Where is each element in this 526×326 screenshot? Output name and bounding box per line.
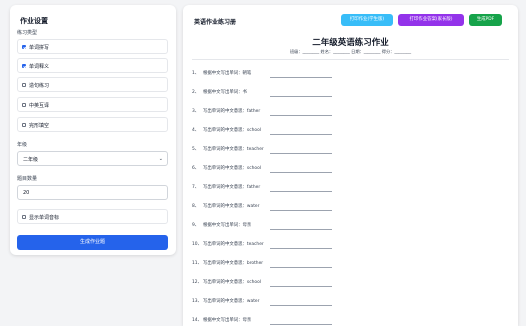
question-item: 1、 根据中文写出单词：朝笔 [192,70,332,78]
question-text: 写出单词的中文意思：school [203,280,261,285]
question-number: 14、 [192,318,202,323]
question-number: 2、 [192,90,200,95]
answer-line [270,267,332,268]
answer-line [270,324,332,325]
worksheet-panel: 英语作业练习册 打印作业(学生版) 打印作业答案(家长版) 生成PDF 二年级英… [183,5,518,326]
answer-line [270,115,332,116]
question-number: 8、 [192,204,200,209]
question-text: 根据中文写出单词：母亲 [203,318,252,323]
question-number: 6、 [192,166,200,171]
checkbox-icon[interactable] [22,45,26,49]
question-text: 写出单词的中文意思：father [203,109,261,114]
answer-line [270,153,332,154]
print-answer-button[interactable]: 打印作业答案(家长版) [398,14,464,26]
answer-line [270,172,332,173]
question-item: 5、 写出单词的中文意思：teacher [192,146,332,154]
question-item: 7、 写出单词的中文意思：father [192,184,332,192]
count-input[interactable]: 20 [17,185,168,200]
question-item: 6、 写出单词的中文意思：school [192,165,332,173]
question-text: 根据中文写出单词：母亲 [203,223,252,228]
question-text: 写出单词的中文意思：father [203,185,261,190]
answer-line [270,229,332,230]
page-title: 英语作业练习册 [194,19,237,26]
phonetic-label: 显示单词音标 [29,215,60,221]
type-option-cloze[interactable]: 完形填空 [17,117,168,132]
question-item: 3、 写出单词的中文意思：father [192,108,332,116]
type-option-sentence[interactable]: 造句练习 [17,77,168,92]
type-option-label: 完形填空 [29,123,50,129]
settings-title: 作业设置 [20,17,48,25]
checkbox-icon[interactable] [22,123,26,127]
question-item: 13、写出单词的中文意思：water [192,298,332,306]
type-option-label: 单词释义 [29,64,50,70]
count-label: 题目数量 [17,176,38,182]
pdf-button[interactable]: 生成PDF [469,14,502,26]
question-text: 写出单词的中文意思：teacher [203,242,264,247]
question-number: 13、 [192,299,202,304]
question-item: 12、写出单词的中文意思：school [192,279,332,287]
type-option-label: 中英互译 [29,103,50,109]
count-value: 20 [23,190,30,196]
question-text: 写出单词的中文意思：water [203,204,260,209]
generate-button[interactable]: 生成作业题 [17,235,168,250]
worksheet-title: 二年级英语练习作业 [312,38,389,48]
type-option-label: 造句练习 [29,83,50,89]
question-number: 11、 [192,261,202,266]
grade-label: 年级 [17,142,28,148]
question-number: 5、 [192,147,200,152]
question-item: 2、 根据中文写出单词：书 [192,89,332,97]
answer-line [270,248,332,249]
answer-line [270,210,332,211]
question-text: 写出单词的中文意思：teacher [203,147,264,152]
question-item: 8、 写出单词的中文意思：water [192,203,332,211]
type-option-translate[interactable]: 中英互译 [17,97,168,112]
question-item: 11、写出单词的中文意思：brother [192,260,332,268]
divider [192,59,509,60]
question-number: 1、 [192,71,200,76]
question-number: 9、 [192,223,200,228]
answer-line [270,77,332,78]
checkbox-icon[interactable] [22,103,26,107]
type-option-spelling[interactable]: 单词拼写 [17,39,168,54]
checkbox-icon[interactable] [22,215,26,219]
question-text: 写出单词的中文意思：brother [203,261,264,266]
question-text: 写出单词的中文意思：school [203,166,261,171]
question-item: 9、 根据中文写出单词：母亲 [192,222,332,230]
type-option-label: 单词拼写 [29,45,50,51]
question-number: 7、 [192,185,200,190]
question-number: 10、 [192,242,202,247]
practice-type-label: 练习类型 [17,30,38,36]
answer-line [270,286,332,287]
print-student-button[interactable]: 打印作业(学生版) [341,14,393,26]
grade-select[interactable]: 二年级 ⌄ [17,151,168,166]
phonetic-option[interactable]: 显示单词音标 [17,209,168,224]
settings-panel: 作业设置 练习类型 单词拼写 单词释义 造句练习 中英互译 完形填空 年级 二年… [10,5,176,255]
answer-line [270,96,332,97]
checkbox-icon[interactable] [22,83,26,87]
answer-line [270,134,332,135]
question-number: 4、 [192,128,200,133]
question-text: 写出单词的中文意思：school [203,128,261,133]
grade-value: 二年级 [23,157,39,163]
question-text: 根据中文写出单词：书 [203,90,247,95]
question-number: 12、 [192,280,202,285]
answer-line [270,305,332,306]
type-option-meaning[interactable]: 单词释义 [17,58,168,73]
question-text: 根据中文写出单词：朝笔 [203,71,252,76]
checkbox-icon[interactable] [22,64,26,68]
answer-line [270,191,332,192]
question-item: 10、写出单词的中文意思：teacher [192,241,332,249]
chevron-down-icon: ⌄ [158,156,163,162]
question-item: 4、 写出单词的中文意思：school [192,127,332,135]
worksheet-meta: 班级：________ 姓名：________ 日期：________ 得分：_… [289,49,412,54]
question-item: 14、根据中文写出单词：母亲 [192,317,332,325]
question-number: 3、 [192,109,200,114]
question-text: 写出单词的中文意思：water [203,299,260,304]
